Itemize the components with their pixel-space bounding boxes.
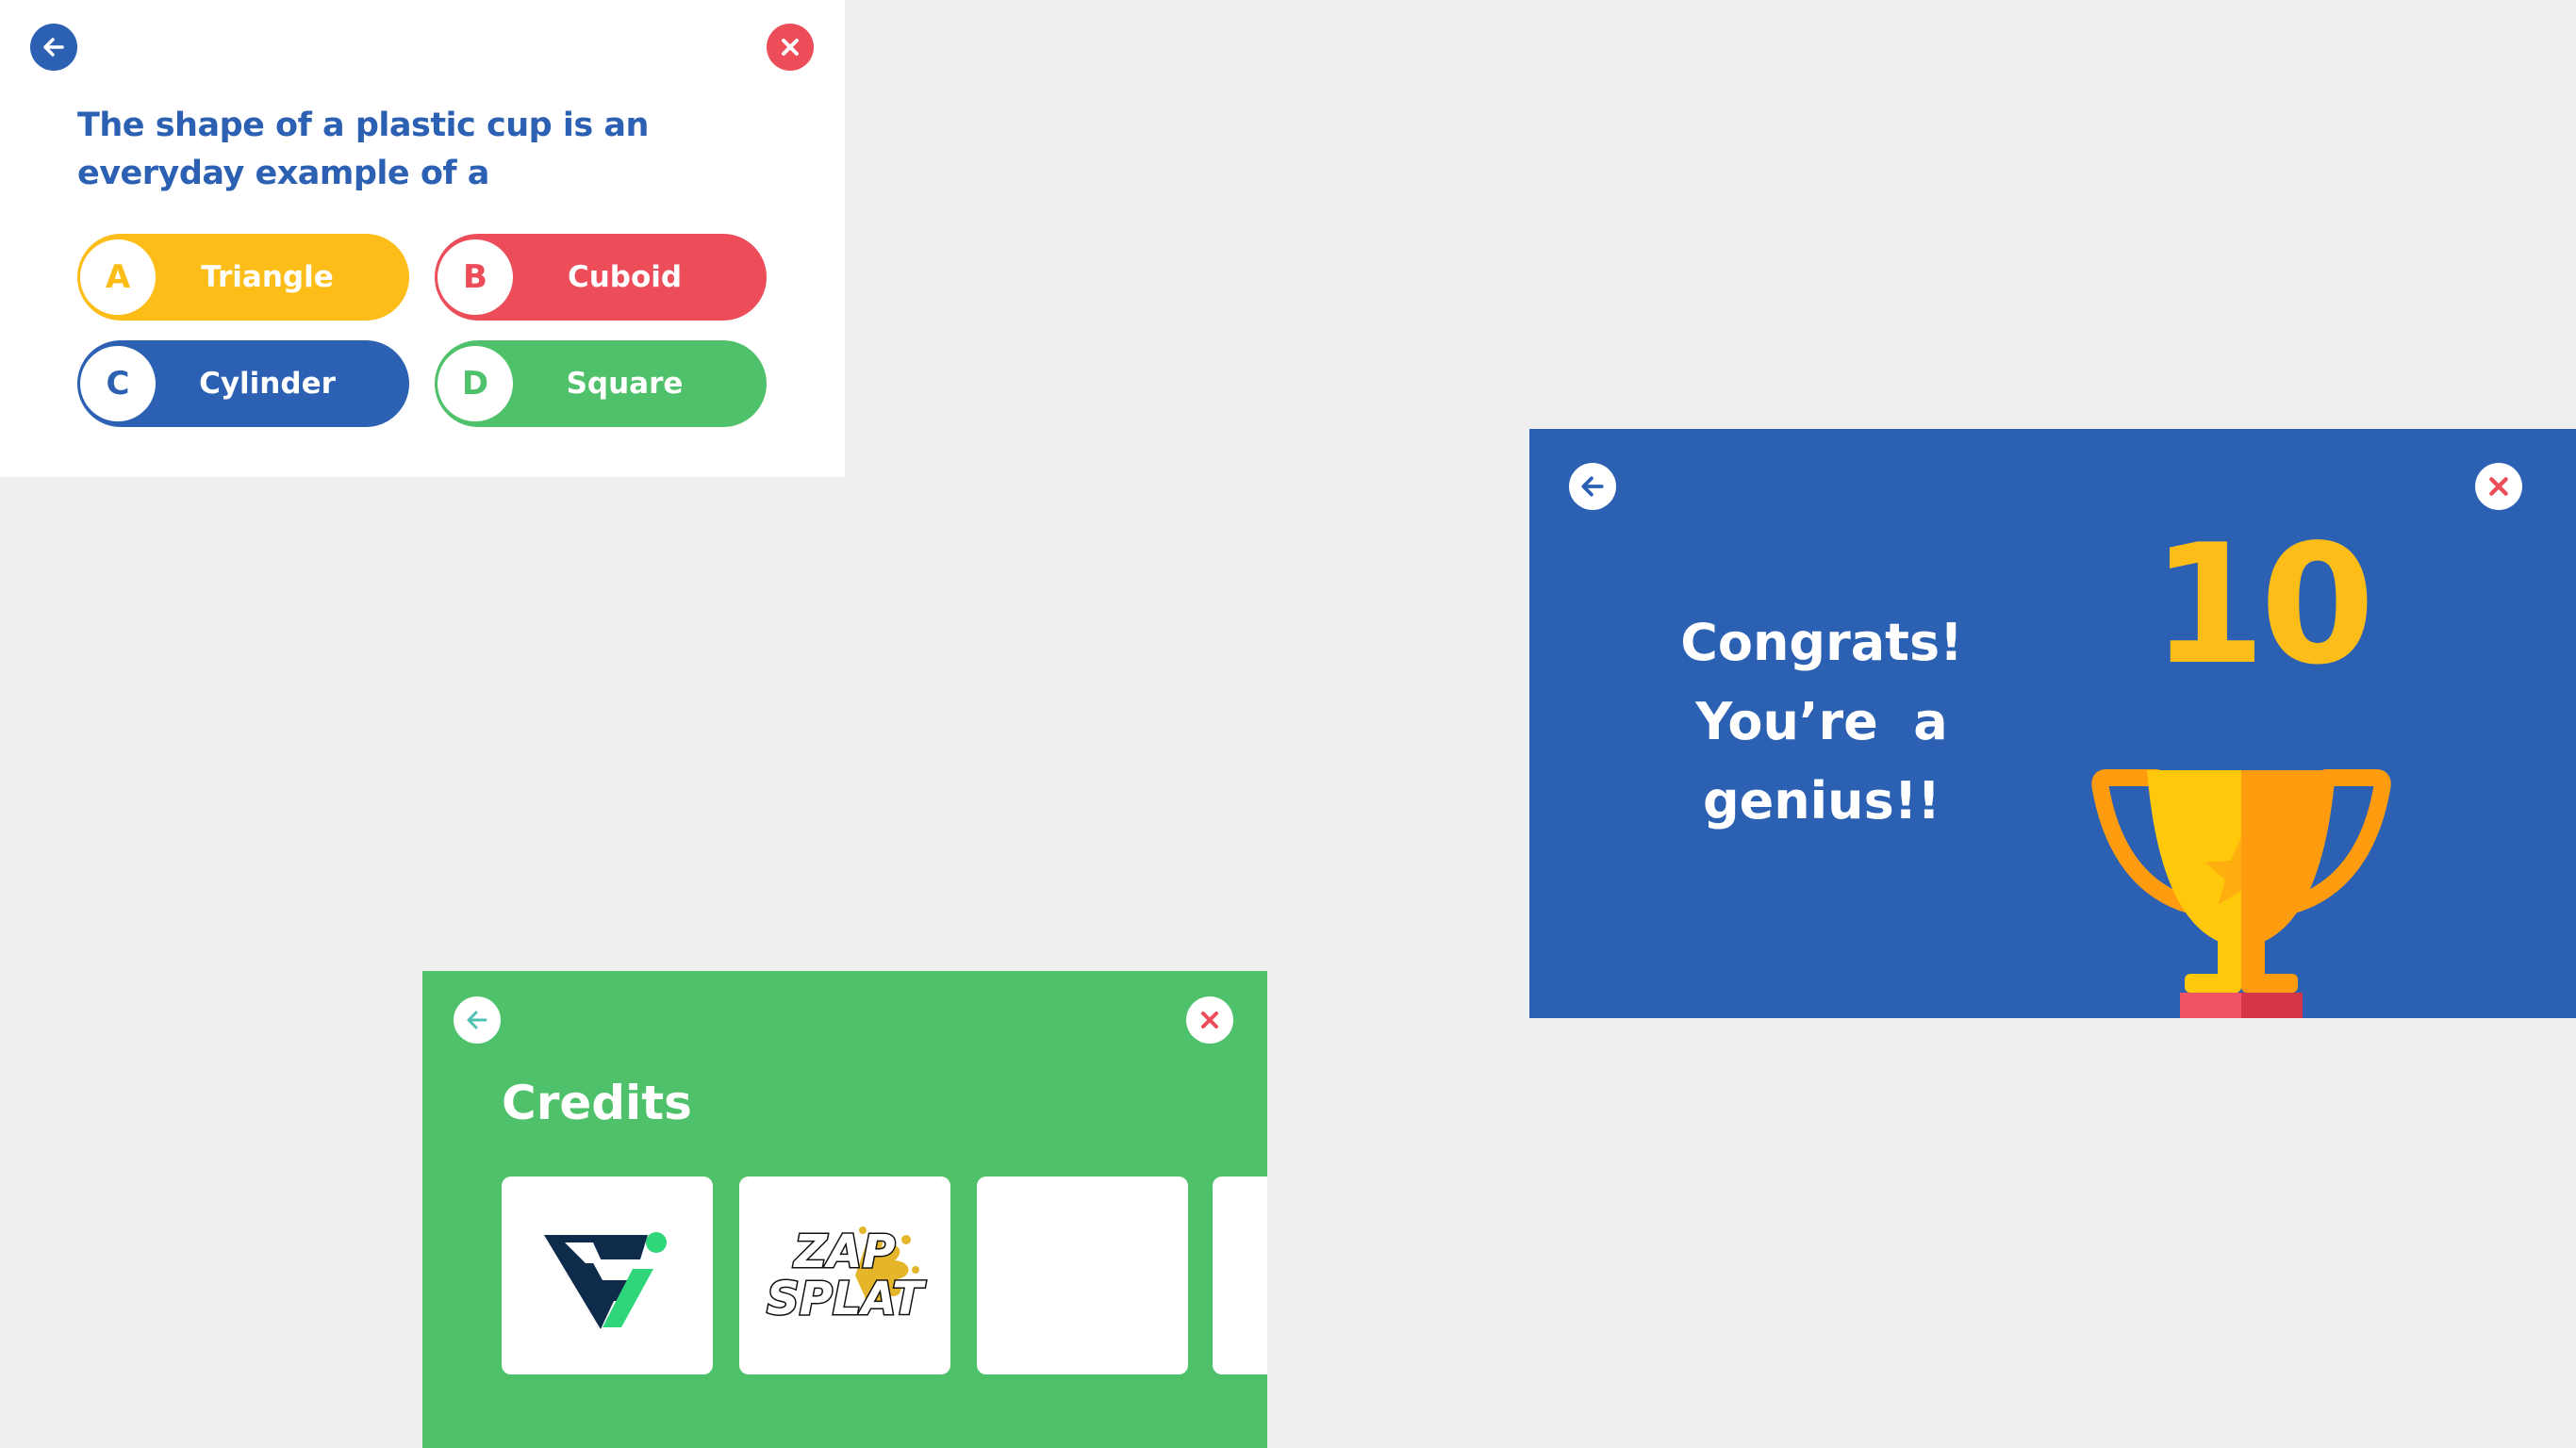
- close-icon: [2489, 477, 2508, 496]
- back-arrow-icon: [1581, 476, 1604, 497]
- credit-card-partial[interactable]: [1213, 1176, 1267, 1374]
- close-icon: [782, 39, 799, 56]
- option-label: Cylinder: [199, 367, 336, 401]
- back-arrow-icon: [43, 38, 64, 57]
- result-panel: Congrats! You’re a genius!! 10: [1529, 429, 2576, 1018]
- trophy-icon: [2091, 769, 2391, 1018]
- option-letter: B: [438, 239, 513, 315]
- option-a-button[interactable]: A Triangle: [77, 234, 409, 321]
- close-button[interactable]: [2475, 463, 2522, 510]
- congrats-line: You’re a: [1695, 692, 1948, 751]
- back-button[interactable]: [454, 996, 501, 1044]
- option-label: Cuboid: [567, 260, 683, 294]
- credit-card-empty[interactable]: [977, 1176, 1188, 1374]
- option-b-button[interactable]: B Cuboid: [435, 234, 767, 321]
- back-button[interactable]: [30, 24, 77, 71]
- credits-title: Credits: [502, 1076, 692, 1130]
- zapsplat-logo-text: ZAP SPLAT: [766, 1226, 925, 1325]
- question-text: The shape of a plastic cup is an everyda…: [77, 107, 649, 192]
- quiz-panel: The shape of a plastic cup is an everyda…: [0, 0, 845, 477]
- option-letter: D: [438, 346, 513, 421]
- close-button[interactable]: [1186, 996, 1233, 1044]
- congrats-line: genius!!: [1702, 771, 1941, 831]
- option-label: Triangle: [201, 260, 334, 294]
- option-letter: A: [80, 239, 156, 315]
- back-arrow-icon: [467, 1011, 487, 1029]
- close-button[interactable]: [767, 24, 814, 71]
- congrats-line: Congrats!: [1680, 613, 1963, 672]
- option-label: Square: [566, 367, 684, 401]
- credit-card-zapsplat[interactable]: ZAP SPLAT: [739, 1176, 950, 1374]
- credit-card-fi-logo[interactable]: [502, 1176, 713, 1374]
- option-d-button[interactable]: D Square: [435, 340, 767, 427]
- fi-logo-icon: [544, 1232, 667, 1329]
- credits-panel: Credits ZAP SPLAT: [422, 971, 1267, 1448]
- option-c-button[interactable]: C Cylinder: [77, 340, 409, 427]
- score-number: 10: [2151, 510, 2375, 701]
- close-icon: [1201, 1012, 1218, 1028]
- option-letter: C: [80, 346, 156, 421]
- back-button[interactable]: [1569, 463, 1616, 510]
- congrats-message: Congrats! You’re a genius!!: [1671, 603, 1973, 841]
